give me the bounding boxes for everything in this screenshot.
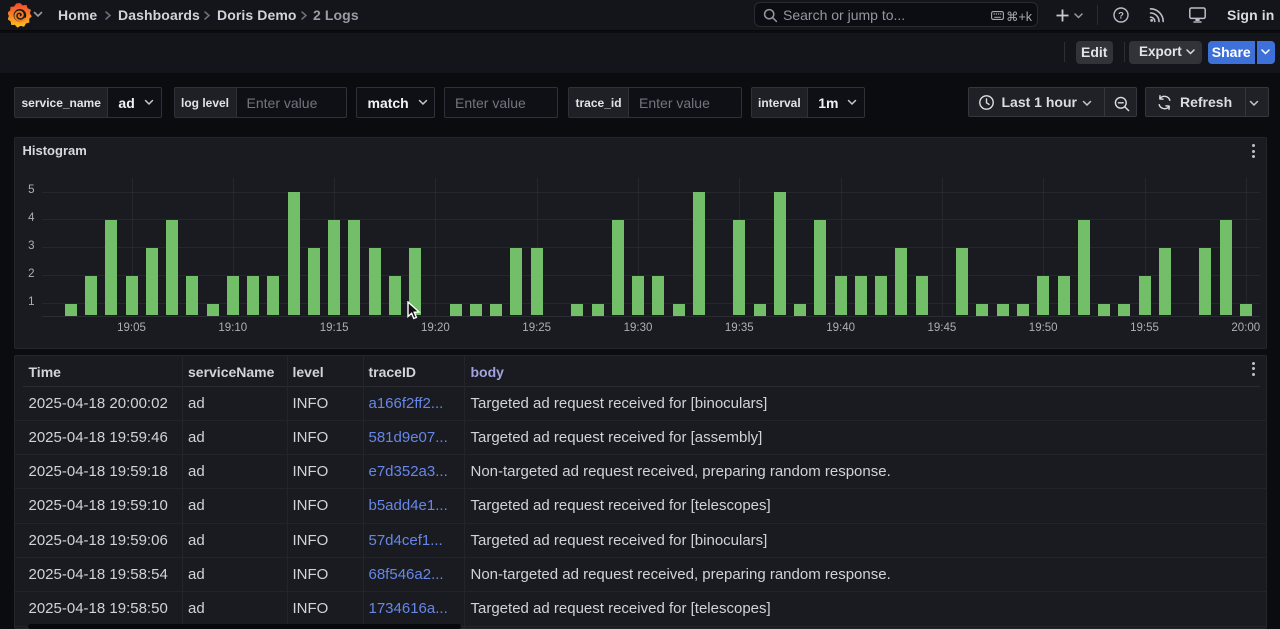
svg-text:?: ?	[1118, 10, 1124, 21]
